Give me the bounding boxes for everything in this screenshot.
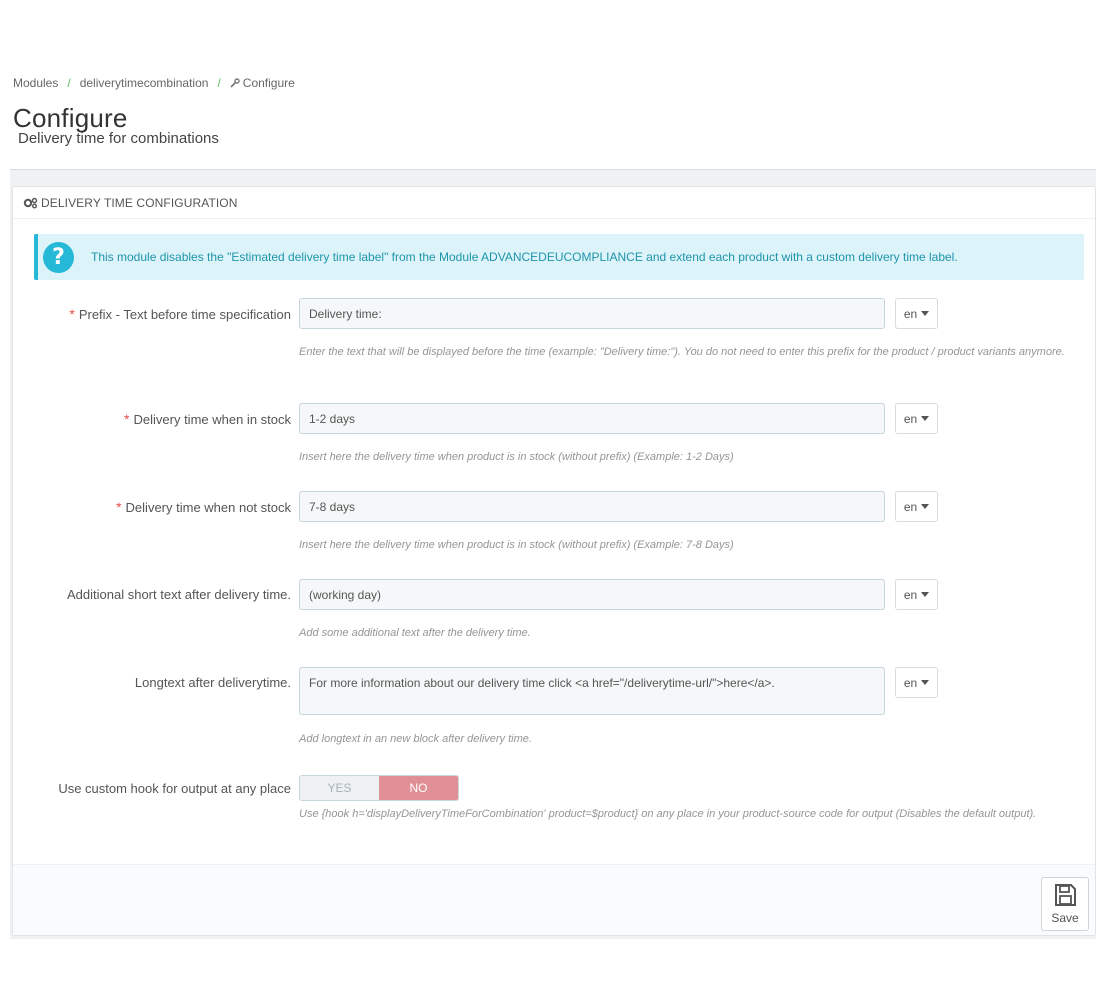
question-icon: ?: [43, 241, 74, 273]
caret-down-icon: [921, 592, 930, 597]
save-icon: [1055, 884, 1076, 906]
in-stock-input[interactable]: 1-2 days: [299, 403, 885, 434]
breadcrumb: Modules / deliverytimecombination / Conf…: [13, 76, 295, 90]
save-button[interactable]: Save: [1041, 877, 1089, 931]
panel-heading-text: DELIVERY TIME CONFIGURATION: [41, 195, 238, 210]
lang-selector-in-stock[interactable]: en: [895, 403, 938, 434]
wrench-icon: [230, 78, 240, 88]
field-label-not-stock: * Delivery time when not stock: [116, 499, 291, 515]
help-text-longtext: Add longtext in an new block after deliv…: [299, 733, 532, 745]
save-button-label: Save: [1051, 911, 1079, 925]
cogs-icon: [23, 197, 38, 208]
field-label-in-stock: * Delivery time when in stock: [124, 411, 291, 427]
breadcrumb-module[interactable]: deliverytimecombination: [80, 76, 209, 90]
help-text-not-stock: Insert here the delivery time when produ…: [299, 539, 734, 551]
lang-selector-not-stock[interactable]: en: [895, 491, 938, 522]
help-text-prefix: Enter the text that will be displayed be…: [299, 346, 1065, 358]
longtext-textarea[interactable]: For more information about our delivery …: [299, 667, 885, 715]
required-marker: *: [69, 306, 75, 322]
panel-heading: DELIVERY TIME CONFIGURATION: [13, 187, 1095, 219]
caret-down-icon: [921, 416, 930, 421]
not-stock-input[interactable]: 7-8 days: [299, 491, 885, 522]
switch-no-option[interactable]: NO: [379, 776, 458, 800]
help-text-custom-hook: Use {hook h='displayDeliveryTimeForCombi…: [299, 808, 1037, 820]
short-text-input[interactable]: (working day): [299, 579, 885, 610]
help-text-in-stock: Insert here the delivery time when produ…: [299, 451, 734, 463]
lang-selector-short-text[interactable]: en: [895, 579, 938, 610]
required-marker: *: [124, 411, 130, 427]
switch-yes-option[interactable]: YES: [300, 776, 379, 800]
field-label-longtext: Longtext after deliverytime.: [134, 675, 291, 690]
breadcrumb-separator: /: [217, 76, 221, 90]
field-label-short-text: Additional short text after delivery tim…: [67, 587, 291, 602]
caret-down-icon: [921, 311, 930, 316]
required-marker: *: [116, 499, 122, 515]
page-subtitle: Delivery time for combinations: [18, 130, 219, 147]
field-label-custom-hook: Use custom hook for output at any place: [58, 781, 291, 796]
caret-down-icon: [921, 504, 930, 509]
breadcrumb-modules[interactable]: Modules: [13, 76, 58, 90]
panel-footer: Save: [13, 864, 1095, 935]
config-panel: DELIVERY TIME CONFIGURATION ? This modul…: [12, 186, 1096, 936]
prefix-input[interactable]: Delivery time:: [299, 298, 885, 329]
caret-down-icon: [921, 680, 930, 685]
lang-selector-longtext[interactable]: en: [895, 667, 938, 698]
info-alert: ? This module disables the "Estimated de…: [34, 234, 1084, 280]
breadcrumb-separator: /: [67, 76, 71, 90]
alert-text: This module disables the "Estimated deli…: [91, 250, 958, 264]
custom-hook-switch[interactable]: YES NO: [299, 775, 459, 801]
field-label-prefix: * Prefix - Text before time specification: [69, 306, 291, 322]
help-text-short-text: Add some additional text after the deliv…: [299, 627, 531, 639]
breadcrumb-configure: Configure: [242, 76, 295, 90]
lang-selector-prefix[interactable]: en: [895, 298, 938, 329]
